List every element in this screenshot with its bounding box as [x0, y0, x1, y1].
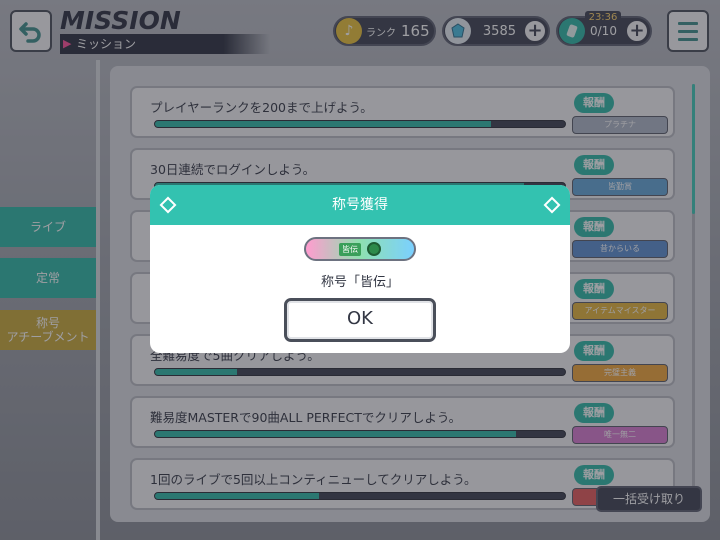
title-plate-image: 皆伝 — [304, 237, 416, 261]
diamond-icon — [159, 196, 177, 214]
ok-button[interactable]: OK — [284, 298, 436, 342]
title-acquired-dialog: 称号獲得 皆伝 称号「皆伝」 OK — [150, 185, 570, 353]
dialog-title: 称号獲得 — [332, 197, 388, 213]
dialog-message: 称号「皆伝」 — [320, 275, 399, 290]
title-plate-tag: 皆伝 — [339, 242, 361, 256]
diamond-icon — [543, 196, 561, 214]
dialog-header: 称号獲得 — [150, 185, 570, 225]
gem-icon — [367, 242, 381, 256]
